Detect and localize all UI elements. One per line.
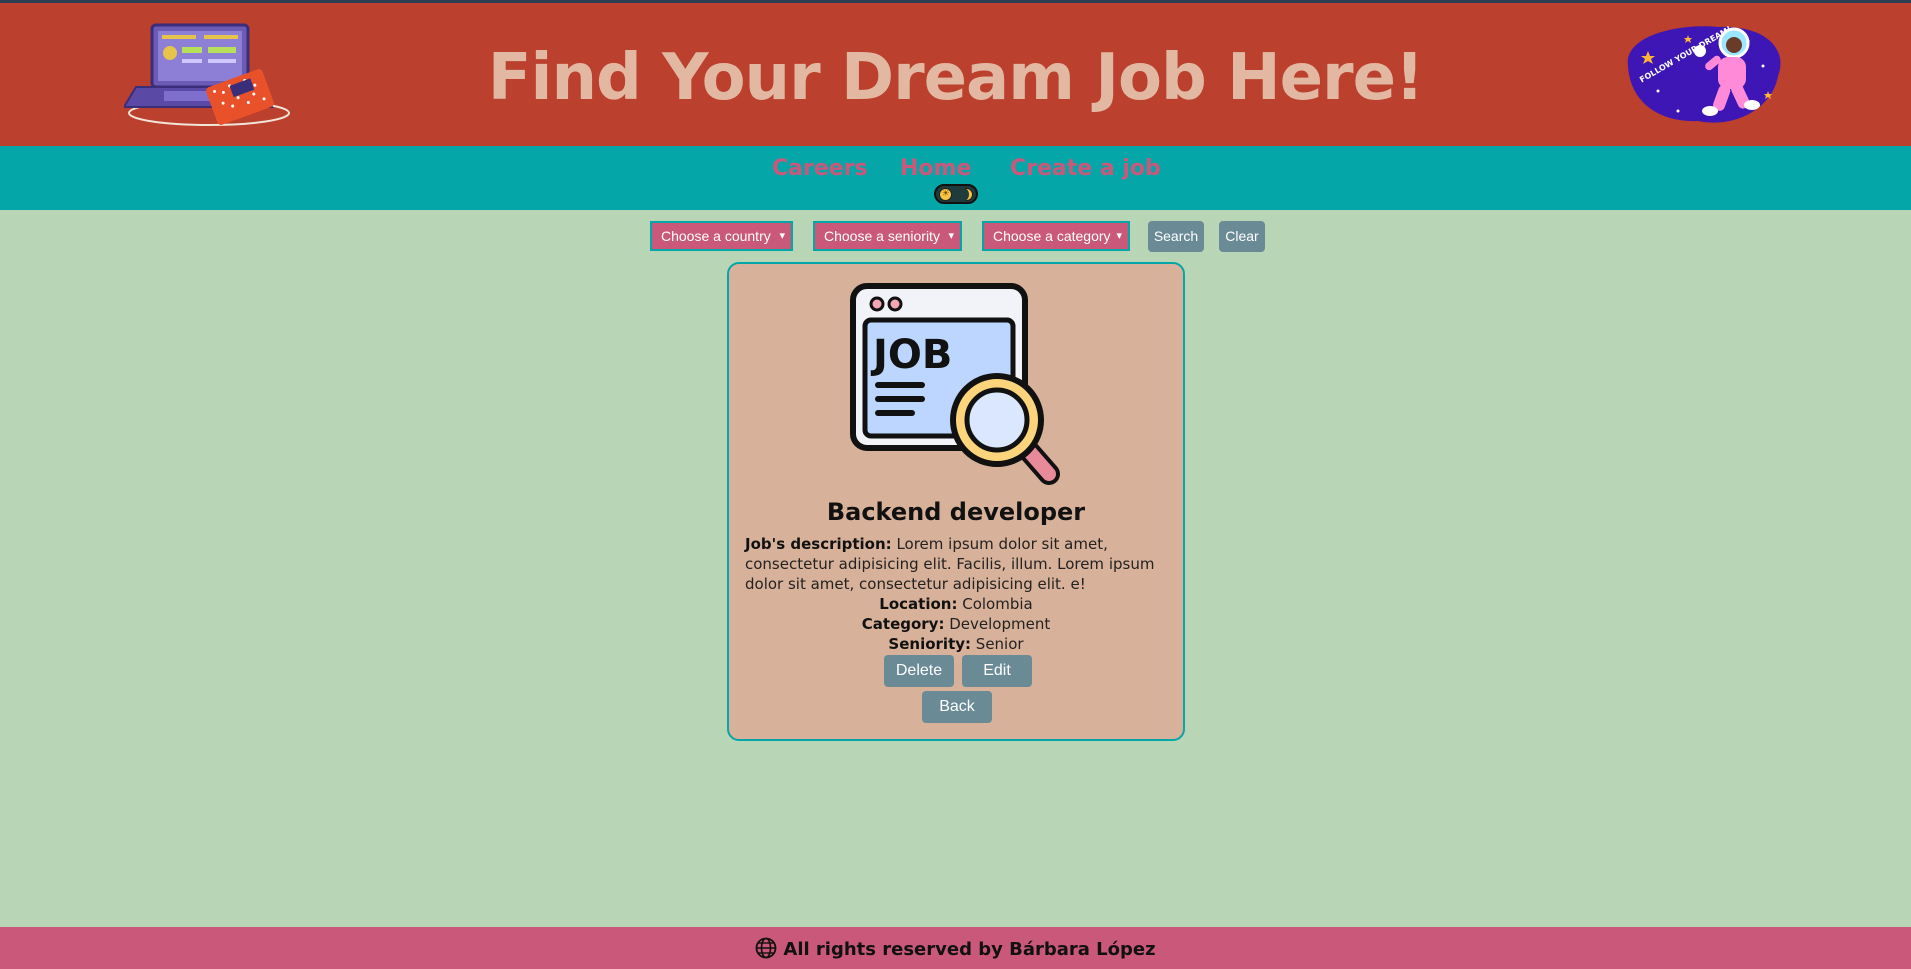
job-title: Backend developer (826, 498, 1086, 526)
seniority-select[interactable]: Choose a seniority ▾ (813, 221, 962, 251)
category-select[interactable]: Choose a category ▾ (982, 221, 1130, 251)
seniority-label: Seniority: (888, 635, 972, 653)
globe-icon (755, 937, 777, 959)
back-button[interactable]: Back (922, 691, 992, 723)
category-label: Category: (861, 615, 945, 633)
nav-create-job-link[interactable]: Create a job (1010, 156, 1161, 181)
location-label: Location: (879, 595, 958, 613)
job-description-label: Job's description: (745, 535, 892, 553)
sun-icon: ☀ (939, 188, 952, 201)
chevron-down-icon: ▾ (779, 230, 785, 242)
location-value: Colombia (962, 595, 1033, 613)
category-value: Development (949, 615, 1051, 633)
job-illustration-text: JOB (870, 332, 952, 378)
nav-home-link[interactable]: Home (900, 156, 971, 181)
site-footer: All rights reserved by Bárbara López (0, 927, 1911, 969)
clear-button[interactable]: Clear (1219, 221, 1265, 252)
job-seniority: Seniority: Senior (729, 635, 1183, 653)
moon-icon (958, 188, 973, 201)
search-button[interactable]: Search (1148, 221, 1204, 252)
footer-content: All rights reserved by Bárbara López (0, 937, 1911, 960)
seniority-value: Senior (975, 635, 1024, 653)
job-detail-card: JOB Backend developer Job's description:… (727, 262, 1185, 741)
chevron-down-icon: ▾ (948, 230, 954, 242)
country-select-value: Choose a country (661, 228, 771, 244)
category-select-value: Choose a category (993, 228, 1111, 244)
job-search-illustration: JOB (850, 283, 1060, 485)
footer-text: All rights reserved by Bárbara López (783, 939, 1156, 960)
job-category: Category: Development (729, 615, 1183, 633)
astronaut-sticker: FOLLOW YOUR DREAM! (1627, 24, 1781, 123)
delete-button[interactable]: Delete (884, 655, 954, 687)
job-location: Location: Colombia (729, 595, 1183, 613)
site-header: Find Your Dream Job Here! FOLLOW YOUR DR… (0, 0, 1911, 146)
chevron-down-icon: ▾ (1116, 230, 1122, 242)
edit-button[interactable]: Edit (962, 655, 1032, 687)
seniority-select-value: Choose a seniority (824, 228, 940, 244)
job-description: Job's description: Lorem ipsum dolor sit… (745, 534, 1173, 594)
theme-toggle[interactable]: ☀ (934, 184, 978, 204)
nav-careers-link[interactable]: Careers (772, 156, 868, 181)
country-select[interactable]: Choose a country ▾ (650, 221, 793, 251)
